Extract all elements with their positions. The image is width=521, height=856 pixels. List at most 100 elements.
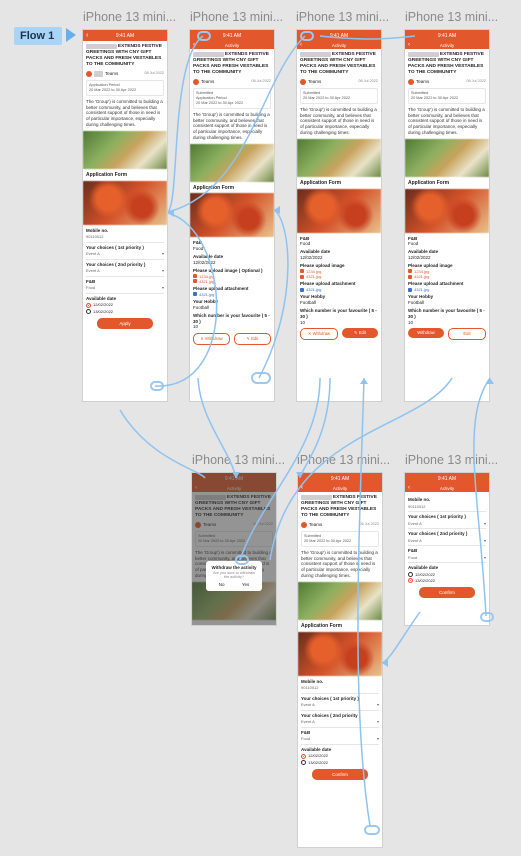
choice2-select[interactable]: Event A ▾: [86, 267, 164, 277]
attachment-item[interactable]: 4321.jpg: [408, 287, 486, 292]
post-date: 08 Jul 2022: [144, 71, 164, 76]
choice2-select[interactable]: Event A ▾: [301, 718, 379, 728]
chevron-down-icon: ▾: [161, 268, 164, 274]
back-icon[interactable]: ‹: [300, 42, 302, 48]
org-avatar: [300, 78, 306, 85]
modal-overlay[interactable]: [192, 473, 276, 625]
frame-title-1[interactable]: iPhone 13 mini...: [83, 10, 179, 24]
nav-title: Activity: [224, 42, 240, 48]
dialog-yes-button[interactable]: Yes: [242, 582, 249, 587]
hobby-value: Football: [193, 304, 210, 310]
play-icon[interactable]: [66, 28, 76, 42]
withdraw-button[interactable]: ✕ Withdraw: [300, 328, 338, 341]
frame-title-7[interactable]: iPhone 13 mini...: [405, 453, 501, 467]
choice1-select[interactable]: Event A ▾: [86, 250, 164, 260]
file-item[interactable]: 4321.jpg: [408, 274, 486, 279]
hotspot-yes[interactable]: [235, 555, 249, 565]
date-option-1[interactable]: 12/02/2022: [408, 571, 486, 578]
file-name: 4321.jpg: [414, 286, 430, 292]
hotspot-back[interactable]: [197, 31, 211, 41]
frame-title-4[interactable]: iPhone 13 mini...: [405, 10, 501, 24]
file-item[interactable]: 4321.jpg: [300, 274, 378, 279]
hotspot-edit[interactable]: [251, 372, 271, 384]
org-avatar: [301, 521, 307, 528]
edit-label: Edit: [358, 330, 366, 336]
hotspot-back[interactable]: [300, 31, 314, 41]
hotspot-apply[interactable]: [150, 381, 164, 391]
org-name: Teams: [201, 79, 215, 85]
upload-image-text: Please upload image: [193, 267, 238, 273]
chevron-down-icon: ▾: [483, 537, 486, 543]
date-option-2[interactable]: 13/02/2022: [408, 578, 486, 584]
flow-label[interactable]: Flow 1: [14, 27, 62, 45]
hotspot-confirm[interactable]: [364, 825, 380, 835]
frame-title-2[interactable]: iPhone 13 mini...: [190, 10, 286, 24]
date1-text: 12/02/2022: [415, 571, 436, 577]
choice1-select[interactable]: Event A ▾: [301, 701, 379, 711]
frame-title-6[interactable]: iPhone 13 mini...: [297, 453, 393, 467]
choice2-value: Event A: [301, 719, 315, 725]
dialog-title: Withdraw the activity: [211, 565, 257, 570]
image-file-icon: [300, 274, 304, 279]
screen-edit-scrolled: 9:41 AM ‹ Activity Mobile no. 90110012 Yo…: [405, 473, 489, 625]
image-file-icon: [408, 274, 412, 279]
body-text: The 'Group') is committed to building a …: [301, 549, 378, 579]
fav-value: 10: [193, 324, 199, 330]
withdraw-dialog: Withdraw the activity Are you sure to wi…: [206, 561, 262, 591]
org-avatar: [86, 70, 92, 77]
file-item[interactable]: 4321.jpg: [193, 279, 271, 284]
edit-button[interactable]: ✎ Edit: [342, 328, 378, 339]
withdraw-button[interactable]: Withdraw: [408, 328, 444, 339]
attachment-item[interactable]: 4321.jpg: [300, 287, 378, 292]
fb-select[interactable]: Food ▾: [301, 735, 379, 745]
back-icon[interactable]: ‹: [408, 42, 410, 48]
news-photo: [83, 131, 167, 169]
edit-button[interactable]: ✎ Edit: [234, 333, 271, 346]
fb-value: Food: [301, 736, 311, 742]
withdraw-label: Withdraw: [205, 336, 223, 342]
choice2-select[interactable]: Event A ▾: [408, 537, 486, 547]
edit-button[interactable]: Edit: [448, 328, 486, 341]
date-option-1[interactable]: 12/02/2022: [86, 302, 164, 308]
date-option-1[interactable]: 12/02/2022: [301, 753, 379, 759]
image-file-icon: [300, 269, 304, 274]
org-name: Teams: [309, 522, 323, 528]
back-icon[interactable]: ‹: [193, 42, 195, 48]
mobile-input[interactable]: 90110012: [408, 503, 486, 513]
apply-button[interactable]: Apply: [96, 317, 154, 329]
fb-select[interactable]: Food ▾: [408, 554, 486, 564]
mobile-input[interactable]: 90110012: [301, 684, 379, 694]
status-box: Submitted20 Mar 2022 to 30 Apr 2022: [408, 87, 486, 104]
choice1-value: Event A: [86, 251, 100, 257]
dialog-subtitle: Are you sure to withdraw the activity?: [213, 571, 255, 579]
back-icon[interactable]: ‹: [301, 485, 303, 491]
headline: SINO GROUP EXTENDS FESTIVE GREETINGS WIT…: [301, 495, 379, 519]
back-icon[interactable]: ‹: [408, 485, 410, 491]
fb-select[interactable]: Food ▾: [86, 284, 164, 294]
fav-label: Which number is your favourite ( 5 - 30 …: [300, 307, 377, 319]
frame-title-5[interactable]: iPhone 13 mini...: [192, 453, 288, 467]
edit-label: Edit: [463, 331, 471, 337]
dialog-no-button[interactable]: No: [219, 582, 225, 587]
status-box: Application Period 20 Mar 2022 to 30 Apr …: [86, 79, 164, 96]
date-option-2[interactable]: 13/02/2022: [301, 760, 379, 765]
mobile-input[interactable]: 90110012: [86, 233, 164, 243]
date2-text: 13/02/2022: [93, 308, 114, 314]
confirm-button[interactable]: Confirm: [311, 768, 369, 780]
date-option-2[interactable]: 13/02/2022: [86, 309, 164, 314]
choice1-select[interactable]: Event A ▾: [408, 520, 486, 530]
choice1-value: Event A: [301, 702, 315, 708]
withdraw-label: Withdraw: [312, 331, 331, 337]
confirm-button[interactable]: Confirm: [418, 587, 476, 599]
screen-edit-form: 9:41 AM ‹ Activity SINO GROUP EXTENDS FES…: [298, 473, 382, 847]
status-bar: 9:41 AM: [405, 30, 489, 41]
fb-value: Food: [300, 241, 311, 247]
headline: SINO GROUP EXTENDS FESTIVE GREETINGS WIT…: [193, 52, 271, 76]
attachment-item[interactable]: 4321.jpg: [193, 292, 271, 297]
frame-title-3[interactable]: iPhone 13 mini...: [296, 10, 392, 24]
back-icon[interactable]: ‹: [86, 32, 88, 39]
hotspot-confirm[interactable]: [480, 612, 494, 622]
form-photo: [298, 631, 382, 676]
withdraw-button[interactable]: ✕ Withdraw: [193, 333, 230, 346]
radio-off-icon: [408, 572, 413, 578]
